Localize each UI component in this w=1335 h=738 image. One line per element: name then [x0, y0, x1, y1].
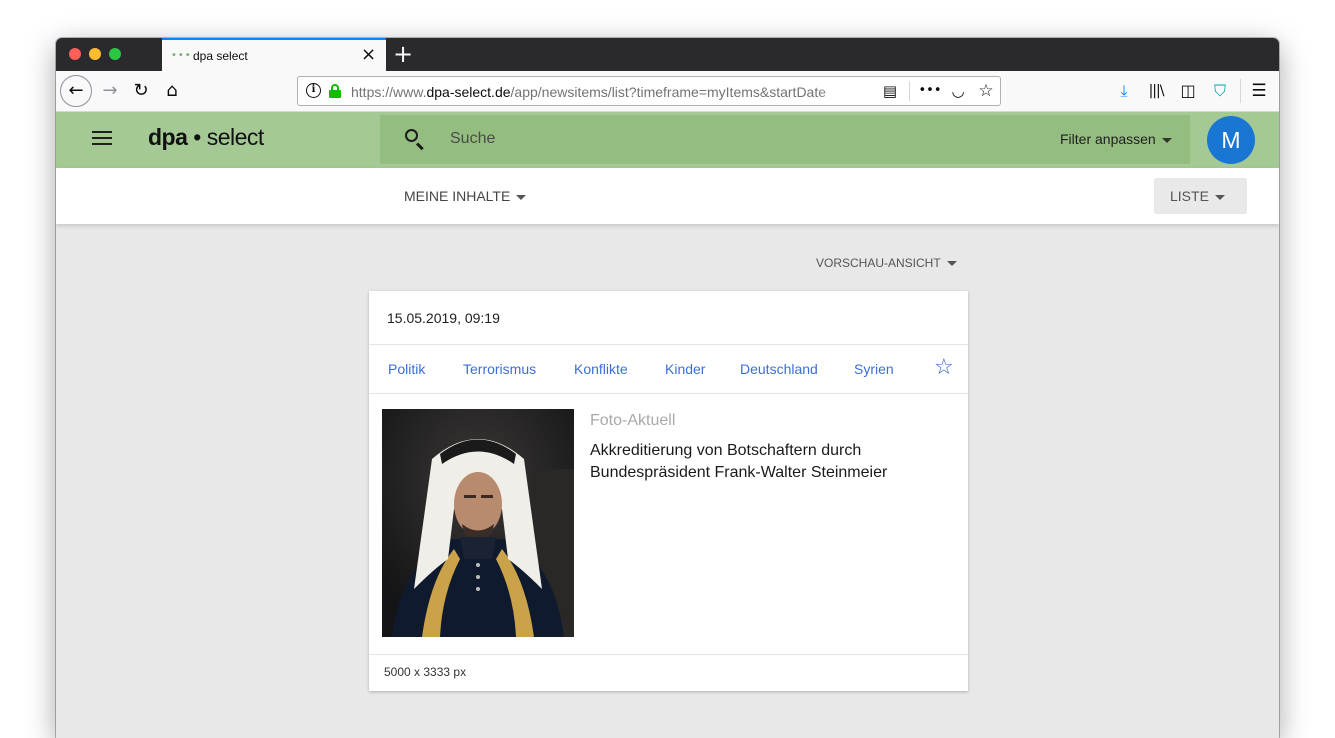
search-icon[interactable]	[404, 128, 426, 151]
reload-icon[interactable]: ↻	[127, 77, 155, 105]
item-thumbnail[interactable]	[382, 409, 574, 637]
tag-konflikte[interactable]: Konflikte	[574, 361, 628, 377]
star-outline-icon[interactable]: ☆	[934, 357, 954, 379]
chevron-down-icon	[1214, 194, 1225, 200]
image-dimensions: 5000 x 3333 px	[384, 665, 467, 679]
item-source: Foto-Aktuell	[590, 412, 676, 429]
minimize-window-button[interactable]	[89, 48, 101, 60]
menu-icon[interactable]: ☰	[1245, 77, 1273, 105]
sidebar-icon[interactable]: ◫	[1174, 77, 1202, 105]
maximize-window-button[interactable]	[109, 48, 121, 60]
preview-mode-dropdown[interactable]: VORSCHAU-ANSICHT	[816, 256, 957, 270]
url-text[interactable]: https://www.dpa-select.de/app/newsitems/…	[351, 84, 846, 100]
navigation-bar: ← → ↻ ⌂ i https://www.dpa-select.de/app/…	[56, 71, 1279, 112]
news-item-card[interactable]: 15.05.2019, 09:19 Politik Terrorismus Ko…	[369, 291, 968, 691]
shield-icon[interactable]: ⛉	[1206, 77, 1234, 105]
scope-dropdown[interactable]: MEINE INHALTE	[404, 188, 527, 204]
page-actions-icon[interactable]: •••	[918, 80, 942, 102]
tag-terrorismus[interactable]: Terrorismus	[463, 361, 536, 377]
tag-deutschland[interactable]: Deutschland	[740, 361, 818, 377]
reader-view-icon[interactable]: ▤	[880, 80, 900, 102]
download-icon[interactable]: ⤓	[1110, 77, 1138, 105]
item-date: 15.05.2019, 09:19	[387, 310, 500, 326]
new-tab-button[interactable]: +	[393, 40, 413, 68]
site-info-icon[interactable]: i	[306, 83, 321, 98]
avatar[interactable]: M	[1207, 116, 1255, 164]
tab-title: dpa select	[193, 49, 248, 63]
back-arrow-icon[interactable]: ←	[60, 75, 92, 107]
library-icon[interactable]: |||\	[1142, 77, 1170, 105]
bookmark-star-icon[interactable]: ☆	[975, 80, 997, 102]
chevron-down-icon	[1161, 137, 1172, 143]
loading-dots-icon: •••	[171, 50, 192, 61]
chevron-down-icon	[516, 194, 527, 200]
tab-dpa-select[interactable]: ••• dpa select ×	[162, 38, 386, 71]
view-mode-dropdown[interactable]: LISTE	[1154, 178, 1247, 214]
browser-window: ••• dpa select × + ← → ↻ ⌂ i https://www…	[56, 38, 1279, 738]
search-box: Filter anpassen	[380, 115, 1190, 164]
portrait-photo	[382, 409, 574, 637]
item-headline[interactable]: Akkreditierung von Botschaftern durch Bu…	[590, 440, 920, 484]
lock-icon[interactable]	[329, 84, 341, 98]
sub-toolbar: MEINE INHALTE LISTE	[56, 168, 1279, 224]
forward-arrow-icon[interactable]: →	[96, 77, 124, 105]
tag-list: Politik Terrorismus Konflikte Kinder Deu…	[369, 345, 968, 393]
brand-logo[interactable]: dpa • select	[148, 124, 264, 151]
pocket-icon[interactable]: ◡	[947, 80, 969, 102]
close-window-button[interactable]	[69, 48, 81, 60]
home-icon[interactable]: ⌂	[158, 77, 186, 105]
filter-button[interactable]: Filter anpassen	[1060, 131, 1172, 147]
tab-strip: ••• dpa select × +	[56, 38, 1279, 71]
chevron-down-icon	[946, 261, 957, 267]
url-bar[interactable]: i https://www.dpa-select.de/app/newsitem…	[297, 76, 1001, 106]
tag-politik[interactable]: Politik	[388, 361, 425, 377]
tag-kinder[interactable]: Kinder	[665, 361, 705, 377]
close-tab-icon[interactable]: ×	[361, 45, 376, 65]
app-header: dpa • select Filter anpassen M	[56, 112, 1279, 168]
hamburger-menu-icon[interactable]	[92, 130, 112, 146]
search-input[interactable]	[450, 125, 1010, 153]
tag-syrien[interactable]: Syrien	[854, 361, 894, 377]
